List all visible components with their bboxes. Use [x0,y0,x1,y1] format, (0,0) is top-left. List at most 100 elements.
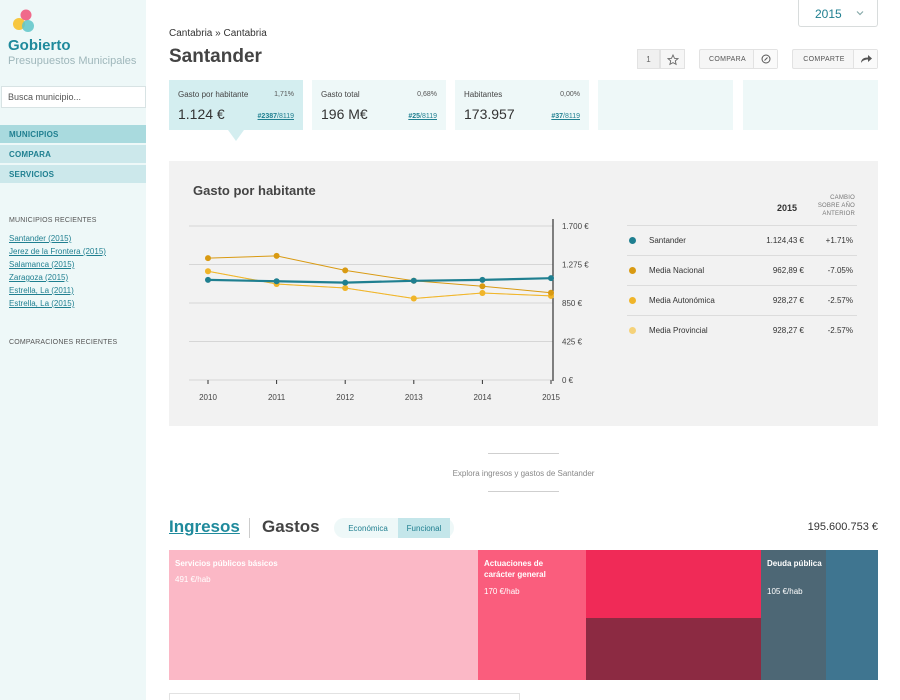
active-card-pointer [228,130,244,141]
data-point [205,268,211,275]
tab-separator [249,518,250,538]
brand-name: Gobierto [8,37,71,54]
data-point [342,285,349,292]
search-input[interactable] [1,86,146,108]
treemap-block[interactable] [586,550,761,618]
toggle-economica[interactable]: Económica [338,518,398,538]
legend-row[interactable]: Santander 1.124,43 € +1.71% [627,225,857,255]
card-value: 196 M€ [321,106,368,122]
data-point [548,275,554,282]
year-select[interactable]: 2015 [798,0,878,27]
x-tick-label: 2014 [474,393,492,402]
chart-panel: Gasto por habitante 0 €425 €850 €1.275 €… [169,161,878,426]
recent-link[interactable]: Estrella, La (2015) [9,297,106,310]
compare-icon-wrap [753,50,777,68]
card-label: Gasto por habitante [178,90,249,99]
stat-card-gasto-total[interactable]: Gasto total 0,68% 196 M€ #25/8119 [312,80,446,130]
treemap-value: 170 €/hab [484,587,520,596]
page-title: Santander [169,46,262,67]
legend-row[interactable]: Media Provincial 928,27 € -2.57% [627,315,857,345]
data-point [342,267,349,274]
share-label: COMPARTE [803,56,845,63]
favorite-count: 1 [637,49,660,69]
data-point [479,283,486,290]
card-rank-position: #37 [551,113,563,120]
sidebar: Gobierto Presupuestos Municipales MUNICI… [0,0,146,700]
y-tick-label: 1.700 € [562,222,589,231]
card-label: Gasto total [321,90,360,99]
card-rank-link[interactable]: #2387/8119 [258,113,294,120]
legend-name: Media Autonómica [649,296,715,305]
line-chart: 0 € 425 € 850 € 1.275 € 1.700 € 2010 2011 2012 2… [189,219,589,402]
nav-item-servicios[interactable]: SERVICIOS [0,165,146,183]
toggle-funcional[interactable]: Funcional [398,518,450,538]
y-tick-label: 1.275 € [562,261,589,270]
budget-total: 195.600.753 € [807,521,878,533]
treemap-block[interactable] [586,618,761,680]
card-rank-position: #2387 [257,113,277,120]
stat-card-gasto-habitante[interactable]: Gasto por habitante 1,71% 1.124 € #2387/… [169,80,303,130]
treemap-block[interactable] [826,550,878,680]
treemap-block-deuda[interactable]: Deuda pública 105 €/hab [761,550,826,680]
treemap-value: 491 €/hab [175,575,211,584]
classification-toggle: Económica Funcional [334,518,454,538]
legend-row[interactable]: Media Nacional 962,89 € -7.05% [627,255,857,285]
data-point [548,289,554,296]
data-point [205,276,211,283]
data-point [479,290,486,297]
recent-link[interactable]: Estrella, La (2011) [9,284,106,297]
stat-card-habitantes[interactable]: Habitantes 0,00% 173.957 #37/8119 [455,80,589,130]
share-arrow-icon [861,55,872,63]
legend-name: Media Provincial [649,326,708,335]
card-rank-link[interactable]: #25/8119 [408,113,437,120]
brand-subtitle: Presupuestos Municipales [8,55,137,67]
share-button[interactable]: COMPARTE [792,49,878,69]
breadcrumb[interactable]: Cantabria » Cantabria [169,28,267,39]
legend-name: Santander [649,236,686,245]
data-point [273,278,280,285]
compare-icon [761,54,771,64]
y-tick-label: 850 € [562,299,583,308]
card-change: 0,68% [417,91,437,98]
favorite-button[interactable] [660,49,685,69]
tab-ingresos[interactable]: Ingresos [169,517,240,537]
legend-table: Santander 1.124,43 € +1.71% Media Nacion… [627,225,857,345]
year-value: 2015 [815,7,842,21]
legend-change: +1.71% [825,236,853,245]
legend-value: 928,27 € [772,296,804,305]
recent-link[interactable]: Jerez de la Frontera (2015) [9,245,106,258]
nav-item-municipios[interactable]: MUNICIPIOS [0,125,146,143]
treemap-block-actuaciones[interactable]: Actuaciones de carácter general 170 €/ha… [478,550,586,680]
card-label: Habitantes [464,90,503,99]
recent-link[interactable]: Santander (2015) [9,232,106,245]
recent-link[interactable]: Zaragoza (2015) [9,271,106,284]
treemap-value: 105 €/hab [767,587,803,596]
legend-value: 928,27 € [772,326,804,335]
gobierto-logo-icon [13,9,34,32]
card-rank-position: #25 [408,113,420,120]
treemap-label: Actuaciones de carácter general [484,559,546,579]
data-point [273,252,280,259]
nav-item-compara[interactable]: COMPARA [0,145,146,163]
card-change: 0,00% [560,91,580,98]
star-icon [667,54,679,66]
data-point [410,277,417,284]
series-line [207,277,552,284]
legend-dot [629,267,636,274]
stat-card-empty [743,80,878,130]
tab-gastos[interactable]: Gastos [262,517,320,537]
card-rank-link[interactable]: #37/8119 [551,113,580,120]
card-value: 1.124 € [178,106,225,122]
compare-button[interactable]: COMPARA [699,49,778,69]
legend-year-header: 2015 [777,203,798,213]
treemap-block-servicios-basicos[interactable]: Servicios públicos básicos 491 €/hab [169,550,478,680]
x-tick-label: 2013 [405,393,423,402]
y-tick-label: 0 € [562,376,574,385]
card-change: 1,71% [274,91,294,98]
treemap-label: Servicios públicos básicos [175,559,278,568]
chevron-down-icon [856,11,864,16]
data-point [410,295,417,302]
recent-link[interactable]: Salamanca (2015) [9,258,106,271]
compare-label: COMPARA [709,56,746,63]
legend-row[interactable]: Media Autonómica 928,27 € -2.57% [627,285,857,315]
